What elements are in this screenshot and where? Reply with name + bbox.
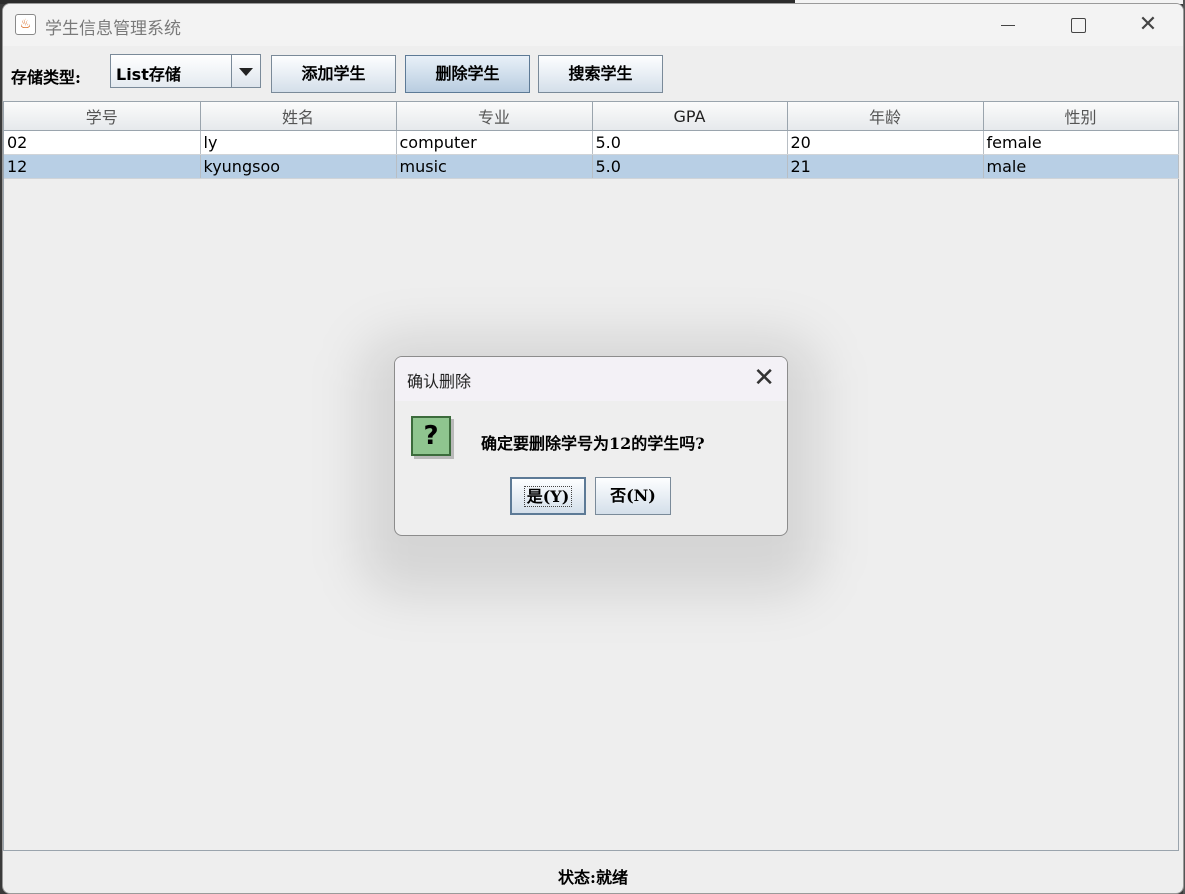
yes-button[interactable]: 是(Y): [510, 477, 586, 515]
cell-gender[interactable]: male: [983, 154, 1179, 179]
cell-major[interactable]: music: [396, 154, 593, 179]
table-row[interactable]: 02 ly computer 5.0 20 female: [4, 130, 1179, 155]
storage-type-label: 存储类型:: [11, 68, 81, 87]
yes-button-label: 是(Y): [523, 486, 573, 507]
table-row-selected[interactable]: 12 kyungsoo music 5.0 21 male: [4, 154, 1179, 179]
maximize-button[interactable]: [1043, 4, 1113, 46]
dialog-close-icon[interactable]: ✕: [753, 363, 775, 393]
cell-name[interactable]: ly: [200, 130, 397, 155]
maximize-icon: [1070, 17, 1086, 33]
table-header-row: 学号 姓名 专业 GPA 年龄 性别: [4, 102, 1179, 131]
cell-gender[interactable]: female: [983, 130, 1179, 155]
no-button[interactable]: 否(N): [595, 477, 671, 515]
dialog-title-bar[interactable]: 确认删除 ✕: [395, 357, 787, 401]
cell-age[interactable]: 21: [787, 154, 984, 179]
storage-type-value: List存储: [116, 65, 181, 84]
add-student-button[interactable]: 添加学生: [271, 55, 396, 93]
cell-gpa[interactable]: 5.0: [592, 154, 788, 179]
dialog-message: 确定要删除学号为12的学生吗?: [481, 434, 705, 453]
cell-name[interactable]: kyungsoo: [200, 154, 397, 179]
cell-id[interactable]: 02: [4, 130, 201, 155]
column-header-age[interactable]: 年龄: [787, 102, 984, 131]
java-app-icon: ♨: [15, 14, 36, 35]
student-table: 学号 姓名 专业 GPA 年龄 性别 02 ly computer 5.0 20…: [4, 102, 1179, 179]
cell-gpa[interactable]: 5.0: [592, 130, 788, 155]
close-button[interactable]: ✕: [1113, 4, 1183, 46]
minimize-button[interactable]: [973, 4, 1043, 46]
status-text: 状态:就绪: [558, 868, 628, 887]
cell-major[interactable]: computer: [396, 130, 593, 155]
dialog-title: 确认删除: [407, 372, 472, 391]
window-title: 学生信息管理系统: [45, 19, 181, 39]
question-icon: ?: [411, 416, 451, 456]
chevron-down-icon[interactable]: [231, 55, 260, 87]
column-header-name[interactable]: 姓名: [200, 102, 397, 131]
column-header-gender[interactable]: 性别: [983, 102, 1179, 131]
close-icon: ✕: [1138, 12, 1158, 37]
title-bar[interactable]: ♨ 学生信息管理系统 ✕: [3, 4, 1183, 46]
delete-student-button[interactable]: 删除学生: [405, 55, 530, 93]
column-header-gpa[interactable]: GPA: [592, 102, 788, 131]
search-student-button[interactable]: 搜索学生: [538, 55, 663, 93]
status-bar: 状态:就绪: [3, 851, 1183, 893]
cell-id[interactable]: 12: [4, 154, 201, 179]
toolbar: 存储类型: List存储 添加学生 删除学生 搜索学生: [3, 46, 1183, 102]
cell-age[interactable]: 20: [787, 130, 984, 155]
column-header-major[interactable]: 专业: [396, 102, 593, 131]
confirm-delete-dialog: 确认删除 ✕ ? 确定要删除学号为12的学生吗? 是(Y) 否(N): [394, 356, 788, 536]
minimize-icon: [1001, 24, 1015, 26]
column-header-id[interactable]: 学号: [4, 102, 201, 131]
storage-type-select[interactable]: List存储: [110, 54, 261, 88]
